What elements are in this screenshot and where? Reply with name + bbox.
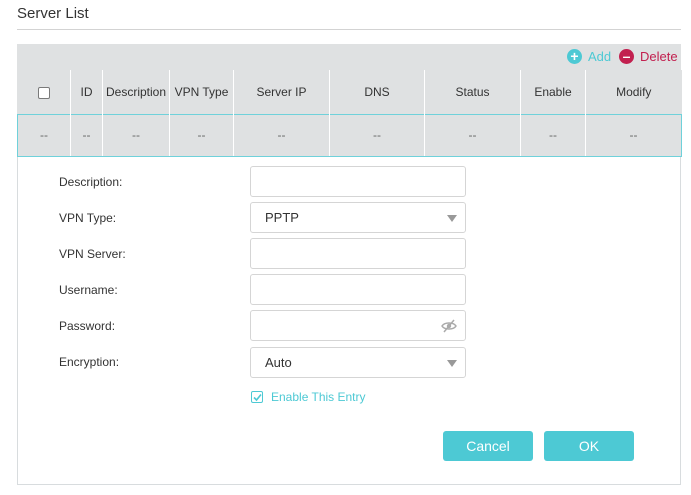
enable-entry-checkbox[interactable]: Enable This Entry [251, 390, 366, 404]
server-table: ID Description VPN Type Server IP DNS St… [17, 70, 682, 157]
username-input[interactable] [251, 275, 465, 304]
username-field[interactable] [250, 274, 466, 305]
password-field[interactable] [250, 310, 466, 341]
vpn-type-select[interactable]: PPTP [250, 202, 466, 233]
dropdown-arrow-icon [447, 215, 457, 222]
vpn-type-label: VPN Type: [59, 211, 117, 225]
encryption-value: Auto [265, 355, 292, 370]
encryption-select[interactable]: Auto [250, 347, 466, 378]
delete-button[interactable]: – Delete [619, 46, 678, 66]
table-header: ID Description VPN Type Server IP DNS St… [17, 70, 682, 114]
cell-vpn-type: -- [169, 113, 234, 157]
delete-label: Delete [640, 48, 678, 64]
password-input[interactable] [251, 311, 465, 340]
cell-select: -- [17, 113, 71, 157]
cancel-button[interactable]: Cancel [443, 431, 533, 461]
col-modify: Modify [616, 84, 652, 99]
password-label: Password: [59, 319, 116, 333]
ok-button[interactable]: OK [544, 431, 634, 461]
vpn-server-field[interactable] [250, 238, 466, 269]
col-description: Description [102, 70, 170, 114]
section-title: Server List [17, 5, 89, 22]
title-divider [17, 29, 681, 30]
checkmark-icon [252, 393, 262, 401]
username-label: Username: [59, 283, 118, 297]
enable-entry-label: Enable This Entry [271, 390, 366, 404]
vpn-server-input[interactable] [251, 239, 465, 268]
dropdown-arrow-icon [447, 360, 457, 367]
plus-circle-icon: + [567, 48, 582, 64]
add-button[interactable]: + Add [567, 46, 611, 66]
add-label: Add [588, 48, 612, 64]
cell-id: -- [70, 113, 103, 157]
table-toolbar: + Add – Delete [17, 44, 681, 70]
vpn-server-label: VPN Server: [59, 247, 126, 261]
select-all-checkbox[interactable] [37, 86, 50, 99]
description-input[interactable] [251, 167, 465, 196]
minus-circle-icon: – [619, 48, 634, 64]
description-label: Description: [59, 175, 123, 189]
col-id: ID [70, 70, 103, 114]
vpn-type-value: PPTP [265, 210, 299, 225]
cell-description: -- [102, 113, 170, 157]
col-vpn-type: VPN Type [169, 70, 234, 114]
cell-server-ip: -- [233, 113, 330, 157]
description-field[interactable] [250, 166, 466, 197]
cell-dns: -- [329, 113, 425, 157]
cell-modify: -- [585, 113, 682, 157]
col-dns: DNS [329, 70, 425, 114]
checkbox[interactable] [251, 391, 263, 403]
encryption-label: Encryption: [59, 355, 120, 369]
table-row[interactable]: -- -- -- -- -- -- -- -- -- [17, 113, 682, 157]
col-enable: Enable [520, 70, 586, 114]
cell-status: -- [424, 113, 521, 157]
cell-enable: -- [520, 113, 586, 157]
col-status: Status [424, 70, 521, 114]
header-select-all[interactable] [17, 70, 71, 114]
eye-slash-icon[interactable] [441, 318, 457, 334]
col-server-ip: Server IP [233, 70, 330, 114]
